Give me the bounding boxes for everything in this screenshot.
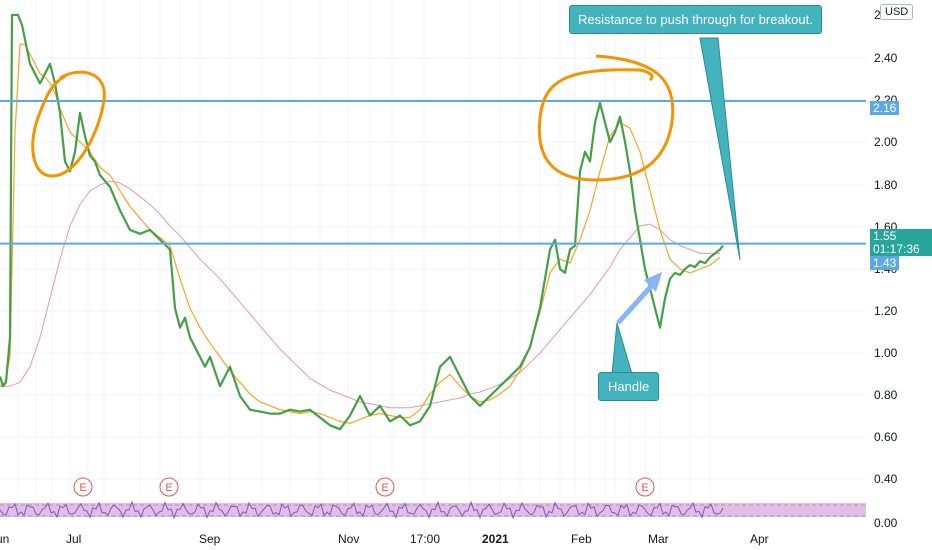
currency-label[interactable]: USD	[880, 4, 914, 20]
earnings-marker-label: E	[381, 482, 388, 494]
y-tick-label: 0.40	[874, 472, 898, 486]
y-tick-label: 1.80	[874, 178, 898, 192]
circle-annotation-right	[537, 54, 675, 182]
x-tick-label: 2021	[482, 532, 509, 546]
handle-callout: Handle	[598, 372, 660, 401]
y-tick-label: 0.80	[874, 388, 898, 402]
x-tick-label: un	[0, 532, 9, 546]
earnings-marker-label: E	[641, 482, 648, 494]
countdown-label: 01:17:36	[870, 242, 932, 256]
x-tick-label: Jul	[66, 532, 81, 546]
handle-arrow	[616, 280, 657, 325]
x-axis: un Jul Sep Nov 17:00 2021 Feb Mar Apr	[0, 532, 769, 546]
x-tick-label: Mar	[648, 532, 669, 546]
x-tick-label: Apr	[750, 532, 769, 546]
x-tick-label: Feb	[571, 532, 592, 546]
x-tick-label: Nov	[338, 532, 359, 546]
y-tick-label: 0.60	[874, 430, 898, 444]
y-tick-label: 2.40	[874, 51, 898, 65]
y-tick-label: 2.00	[874, 135, 898, 149]
support-price-label: 1.43	[870, 256, 900, 270]
oscillator-pane	[0, 500, 866, 520]
horizontal-grid	[0, 57, 866, 480]
x-tick-label: Sep	[199, 532, 221, 546]
y-tick-label: 0.00	[874, 516, 898, 530]
vertical-grid	[17, 0, 711, 495]
resistance-callout: Resistance to push through for breakout.	[569, 5, 822, 34]
earnings-marker-label: E	[79, 482, 86, 494]
x-tick-label: 17:00	[410, 532, 440, 546]
resistance-price-label: 2.16	[870, 101, 900, 115]
last-price-label: 1.55	[870, 229, 932, 243]
price-chart[interactable]: 2.402.202.001.801.601.401.201.000.800.60…	[0, 0, 932, 550]
earnings-marker-label: E	[165, 482, 172, 494]
y-tick-label: 1.00	[874, 346, 898, 360]
y-tick-label: 1.20	[874, 304, 898, 318]
earnings-markers: EEEE	[73, 477, 655, 497]
